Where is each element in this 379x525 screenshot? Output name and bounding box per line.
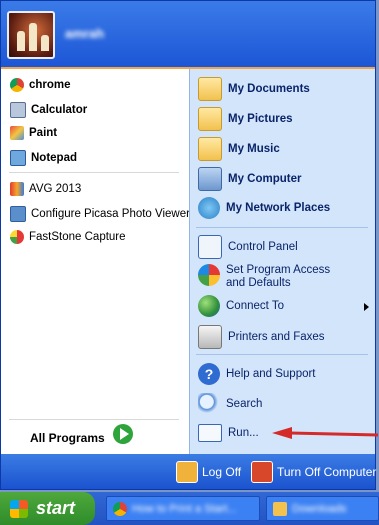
system-label: Connect To <box>226 300 284 312</box>
place-label: My Computer <box>228 173 302 185</box>
place-my-pictures[interactable]: My Pictures <box>198 107 293 131</box>
pinned-item-notepad[interactable]: Notepad <box>10 150 77 166</box>
taskbar-button-title: Downloads <box>292 502 347 515</box>
pinned-item-chrome[interactable]: chrome <box>10 78 71 92</box>
pinned-item-paint[interactable]: Paint <box>10 126 57 140</box>
chrome-icon <box>10 78 24 92</box>
help-label: Search <box>226 398 263 410</box>
place-my-network[interactable]: My Network Places <box>198 197 330 219</box>
turnoff-label: Turn Off Computer <box>277 465 377 479</box>
place-label: My Music <box>228 143 280 155</box>
network-icon <box>198 197 220 219</box>
connect-icon <box>198 295 220 317</box>
pinned-item-label: chrome <box>29 79 71 91</box>
start-button[interactable]: start <box>0 492 95 525</box>
control-panel-icon <box>198 235 222 259</box>
taskbar-button[interactable]: Downloads <box>266 496 379 521</box>
system-label: Control Panel <box>228 241 298 253</box>
place-my-documents[interactable]: My Documents <box>198 77 310 101</box>
pinned-item-label: Paint <box>29 127 58 139</box>
taskbar-button[interactable]: How to Print a Start... <box>106 496 260 521</box>
search-icon <box>198 393 220 415</box>
taskbar-button-title: How to Print a Start... <box>132 502 237 515</box>
folder-documents-icon <box>198 77 222 101</box>
place-label: My Documents <box>228 83 310 95</box>
recent-item-label: AVG 2013 <box>29 183 82 195</box>
calculator-icon <box>10 102 26 118</box>
system-control-panel[interactable]: Control Panel <box>198 235 298 259</box>
separator <box>196 354 368 355</box>
logoff-button[interactable]: Log Off <box>176 461 241 483</box>
pinned-item-label: Notepad <box>31 152 77 164</box>
search-item[interactable]: Search <box>198 393 262 415</box>
key-icon <box>176 461 198 483</box>
system-program-access[interactable]: Set Program Access and Defaults <box>198 264 352 290</box>
faststone-icon <box>10 230 24 244</box>
help-label: Help and Support <box>226 368 316 380</box>
start-menu-header: amrah <box>1 1 375 69</box>
run-icon <box>198 424 222 442</box>
taskbar: start How to Print a Start... Downloads <box>0 492 379 525</box>
help-label: Run... <box>228 427 259 439</box>
folder-pictures-icon <box>198 107 222 131</box>
folder-music-icon <box>198 137 222 161</box>
chess-piece-icon <box>41 35 49 51</box>
separator <box>196 227 368 228</box>
notepad-icon <box>10 150 26 166</box>
system-printers[interactable]: Printers and Faxes <box>198 325 325 349</box>
chrome-icon <box>113 501 127 516</box>
chess-piece-icon <box>17 31 25 51</box>
avg-icon <box>10 182 24 196</box>
separator <box>9 172 179 173</box>
places-pane: My Documents My Pictures My Music My Com… <box>189 69 375 454</box>
chess-piece-icon <box>29 23 37 51</box>
system-label: Set Program Access and Defaults <box>226 264 331 289</box>
program-access-icon <box>198 264 220 286</box>
logoff-label: Log Off <box>202 465 242 479</box>
power-icon <box>251 461 273 483</box>
run-item[interactable]: Run... <box>198 424 259 442</box>
turnoff-button[interactable]: Turn Off Computer <box>251 461 376 483</box>
windows-logo-icon <box>10 499 28 518</box>
submenu-arrow-icon <box>364 303 369 311</box>
start-menu: amrah chrome Calculator Paint Notepad AV… <box>0 0 376 490</box>
annotation-arrow <box>272 427 379 439</box>
place-my-music[interactable]: My Music <box>198 137 280 161</box>
help-and-support[interactable]: ? Help and Support <box>198 363 316 385</box>
folder-icon <box>273 501 287 516</box>
all-programs-label[interactable]: All Programs <box>30 431 105 445</box>
all-programs-arrow-icon[interactable] <box>113 424 133 444</box>
recent-item-label: Configure Picasa Photo Viewer <box>31 208 190 220</box>
place-label: My Network Places <box>226 202 331 214</box>
start-label: start <box>36 498 76 518</box>
help-icon: ? <box>198 363 220 385</box>
programs-pane: chrome Calculator Paint Notepad AVG 2013… <box>1 69 190 454</box>
recent-item-picasa[interactable]: Configure Picasa Photo Viewer <box>10 206 190 222</box>
recent-item-faststone[interactable]: FastStone Capture <box>10 230 126 244</box>
pinned-item-label: Calculator <box>31 104 88 116</box>
computer-icon <box>198 167 222 191</box>
printer-icon <box>198 325 222 349</box>
place-my-computer[interactable]: My Computer <box>198 167 301 191</box>
annotation-arrow-line <box>289 431 379 437</box>
recent-item-label: FastStone Capture <box>29 231 126 243</box>
place-label: My Pictures <box>228 113 293 125</box>
picasa-icon <box>10 206 26 222</box>
start-menu-footer: Log Off Turn Off Computer <box>1 454 376 489</box>
recent-item-avg[interactable]: AVG 2013 <box>10 182 81 196</box>
paint-icon <box>10 126 24 140</box>
annotation-arrow-head <box>272 427 292 439</box>
separator <box>9 419 179 420</box>
user-name: amrah <box>65 26 105 41</box>
user-avatar[interactable] <box>7 11 55 59</box>
pinned-item-calculator[interactable]: Calculator <box>10 102 87 118</box>
system-connect-to[interactable]: Connect To <box>198 295 284 317</box>
system-label: Printers and Faxes <box>228 331 325 343</box>
